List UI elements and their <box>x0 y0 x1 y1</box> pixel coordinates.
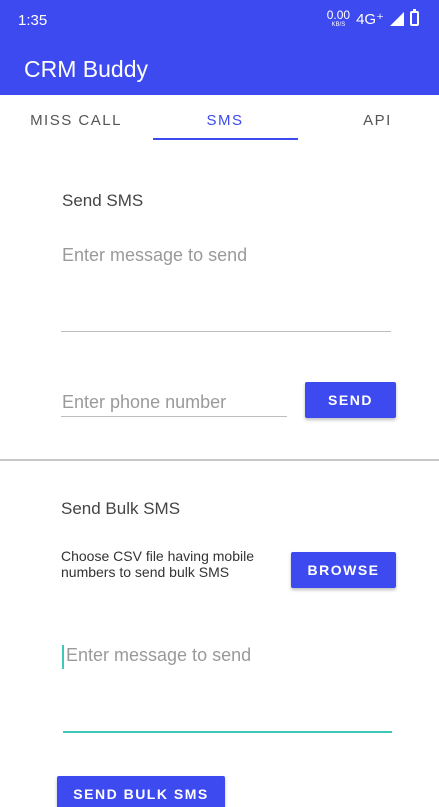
status-time: 1:35 <box>18 12 48 29</box>
phone-input[interactable]: Enter phone number <box>62 392 226 413</box>
send-sms-title: Send SMS <box>62 191 144 210</box>
bulk-message-underline <box>63 731 392 733</box>
signal-icon <box>390 11 404 26</box>
send-bulk-sms-button[interactable]: SEND BULK SMS <box>57 776 225 807</box>
status-icons: 0.00 KB/S 4G⁺ <box>327 9 419 28</box>
message-input-underline <box>61 331 391 332</box>
app-bar: 1:35 0.00 KB/S 4G⁺ CRM Buddy <box>0 0 439 95</box>
browse-button[interactable]: BROWSE <box>291 552 396 588</box>
tab-indicator <box>153 138 298 140</box>
bulk-sms-title: Send Bulk SMS <box>61 499 181 518</box>
bulk-message-input[interactable]: Enter message to send <box>66 645 251 666</box>
text-cursor <box>62 645 64 669</box>
send-button[interactable]: SEND <box>305 382 396 418</box>
phone-input-underline <box>61 416 287 417</box>
net-speed-indicator: 0.00 KB/S <box>327 9 350 28</box>
section-divider <box>0 459 439 461</box>
tab-api[interactable]: API <box>298 95 439 145</box>
network-type: 4G⁺ <box>356 10 384 28</box>
message-input[interactable]: Enter message to send <box>62 245 247 266</box>
net-speed-value: 0.00 <box>326 8 351 22</box>
app-title: CRM Buddy <box>24 56 148 82</box>
csv-hint-text: Choose CSV file having mobile numbers to… <box>61 548 254 580</box>
net-speed-unit: KB/S <box>331 22 346 28</box>
battery-icon <box>410 9 419 26</box>
tab-miss-call[interactable]: MISS CALL <box>0 95 152 145</box>
